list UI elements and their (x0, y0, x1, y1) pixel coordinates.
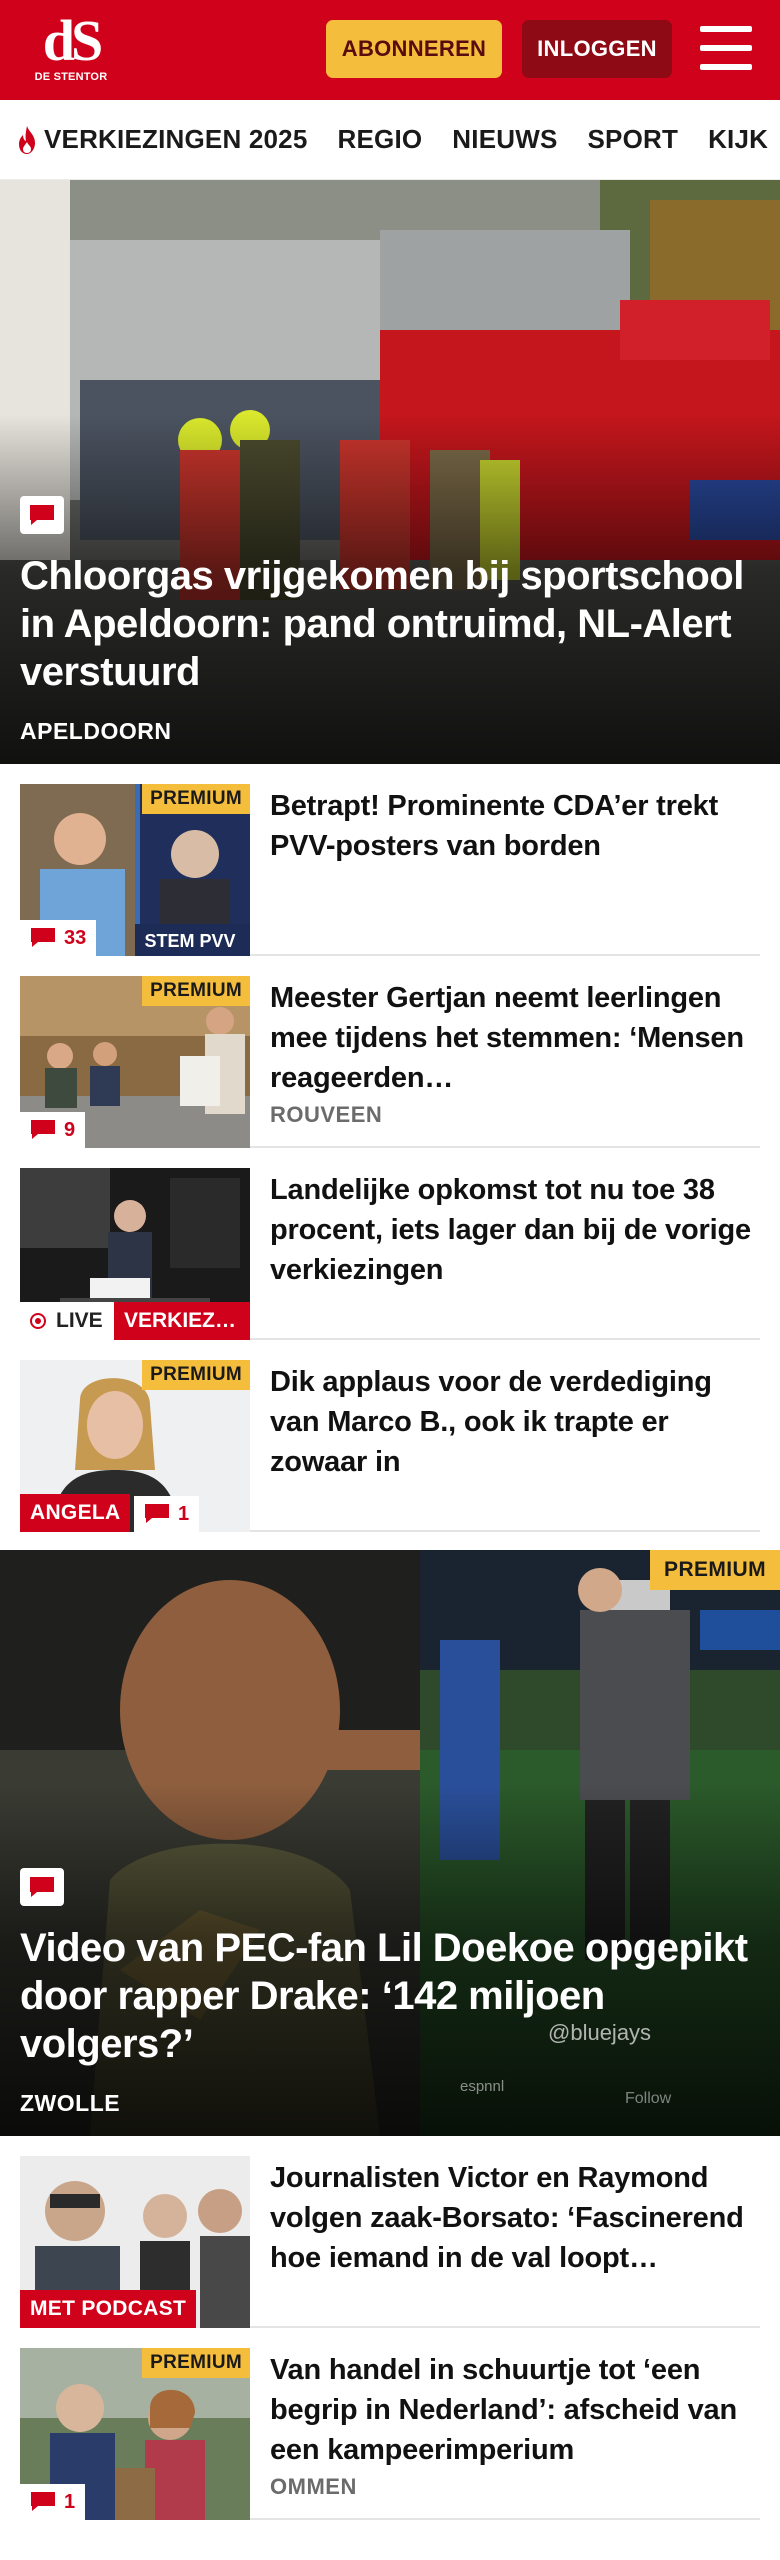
nav-label: NIEUWS (452, 124, 558, 154)
nav-item-kijk[interactable]: KIJK (708, 124, 768, 155)
comment-icon (31, 1120, 55, 1139)
nav-label: KIJK (708, 124, 769, 154)
list-item[interactable]: PREMIUM 9 Meester Gertjan neemt leerling… (20, 956, 760, 1148)
premium-badge: PREMIUM (142, 784, 250, 814)
overlay-account: espnnl (460, 2078, 505, 2095)
premium-badge: PREMIUM (142, 1360, 250, 1390)
live-dot-icon (30, 1313, 46, 1329)
author-label: ANGELA (20, 1494, 131, 1532)
live-label: LIVE (56, 1309, 103, 1332)
live-badge: LIVE (20, 1302, 114, 1340)
comment-count: 33 (64, 926, 87, 949)
comment-count: 1 (64, 2490, 76, 2513)
svg-text:STEM PVV: STEM PVV (144, 931, 235, 951)
article-thumbnail: PREMIUM ANGELA 1 (20, 1360, 250, 1532)
comment-icon (20, 496, 64, 534)
podcast-label: MET PODCAST (20, 2290, 197, 2328)
list-item[interactable]: PREMIUM 1 Van handel in schuurtje tot ‘e… (20, 2328, 760, 2520)
comment-count-badge: 9 (20, 1112, 86, 1148)
nav-item-sport[interactable]: SPORT (588, 124, 679, 155)
logo-mark: dS (42, 8, 104, 73)
comment-count-badge: 1 (20, 2484, 86, 2520)
nav-item-nieuws[interactable]: NIEUWS (452, 124, 557, 155)
overlay-follow: Follow (625, 2090, 672, 2107)
article-thumbnail: PREMIUM 9 (20, 976, 250, 1148)
article-location: ROUVEEN (270, 1102, 383, 1127)
nav-label: VERKIEZINGEN 2025 (44, 124, 308, 154)
article-thumbnail: LIVE VERKIEZ… (20, 1168, 250, 1340)
comment-icon (145, 1504, 169, 1523)
article-location: OMMEN (270, 2474, 357, 2499)
hamburger-menu-icon[interactable] (700, 26, 752, 72)
article-title[interactable]: Journalisten Victor en Raymond volgen za… (270, 2158, 760, 2278)
logo-subtitle: DE STENTOR (34, 71, 108, 83)
list-item[interactable]: PREMIUM ANGELA 1 Dik applaus voor de ver… (20, 1340, 760, 1532)
comment-count-badge: 1 (134, 1496, 200, 1532)
article-thumbnail: STEM PVV PREMIUM 33 (20, 784, 250, 956)
article-title[interactable]: Betrapt! Prominente CDA’er trekt PVV-pos… (270, 786, 760, 866)
nav-item-verkiezingen[interactable]: VERKIEZINGEN 2025 (16, 124, 308, 155)
subscribe-button[interactable]: ABONNEREN (326, 20, 502, 78)
comment-icon (31, 928, 55, 947)
nav-label: REGIO (337, 124, 423, 154)
hero-title: Chloorgas vrijgekomen bij sport­school i… (20, 554, 744, 694)
comment-icon (20, 1868, 64, 1906)
topic-tag: VERKIEZ… (114, 1302, 250, 1340)
premium-badge: PREMIUM (142, 976, 250, 1006)
hero-location: ZWOLLE (20, 2090, 121, 2116)
flame-icon (19, 125, 35, 154)
list-item[interactable]: STEM PVV PREMIUM 33 Betrapt! Prominente … (20, 764, 760, 956)
site-logo[interactable]: dS DE STENTOR (28, 12, 114, 88)
article-title[interactable]: Van handel in schuurtje tot ‘een begrip … (270, 2350, 760, 2470)
hero-location: APELDOORN (20, 718, 172, 744)
premium-badge: PREMIUM (650, 1550, 780, 1590)
nav-label: SPORT (587, 124, 679, 154)
article-thumbnail: PREMIUM 1 (20, 2348, 250, 2520)
comment-icon (31, 2492, 55, 2511)
hero-article-drake[interactable]: PREMIUM @bluejays espnnl Follow Video va… (0, 1550, 780, 2136)
article-title[interactable]: Meester Gertjan neemt leerlingen mee tij… (270, 978, 760, 1098)
hero-article-chloorgas[interactable]: Chloorgas vrijgekomen bij sport­school i… (0, 180, 780, 764)
hero-title: Video van PEC-fan Lil Doekoe opgepikt do… (20, 1926, 748, 2066)
article-title[interactable]: Landelijke opkomst tot nu toe 38 procent… (270, 1170, 760, 1290)
list-item[interactable]: LIVE VERKIEZ… Landelijke opkomst tot nu … (20, 1148, 760, 1340)
section-nav: VERKIEZINGEN 2025 REGIO NIEUWS SPORT KIJ… (0, 100, 780, 180)
nav-item-regio[interactable]: REGIO (338, 124, 423, 155)
login-button[interactable]: INLOGGEN (522, 20, 672, 78)
list-item[interactable]: MET PODCAST Journalisten Victor en Raymo… (20, 2136, 760, 2328)
article-title[interactable]: Dik applaus voor de verdediging van Marc… (270, 1362, 760, 1482)
article-thumbnail: MET PODCAST (20, 2156, 250, 2328)
comment-count: 9 (64, 1118, 76, 1141)
comment-count-badge: 33 (20, 920, 97, 956)
premium-badge: PREMIUM (142, 2348, 250, 2378)
comment-count: 1 (178, 1502, 190, 1525)
top-header: dS DE STENTOR ABONNEREN INLOGGEN (0, 0, 780, 100)
